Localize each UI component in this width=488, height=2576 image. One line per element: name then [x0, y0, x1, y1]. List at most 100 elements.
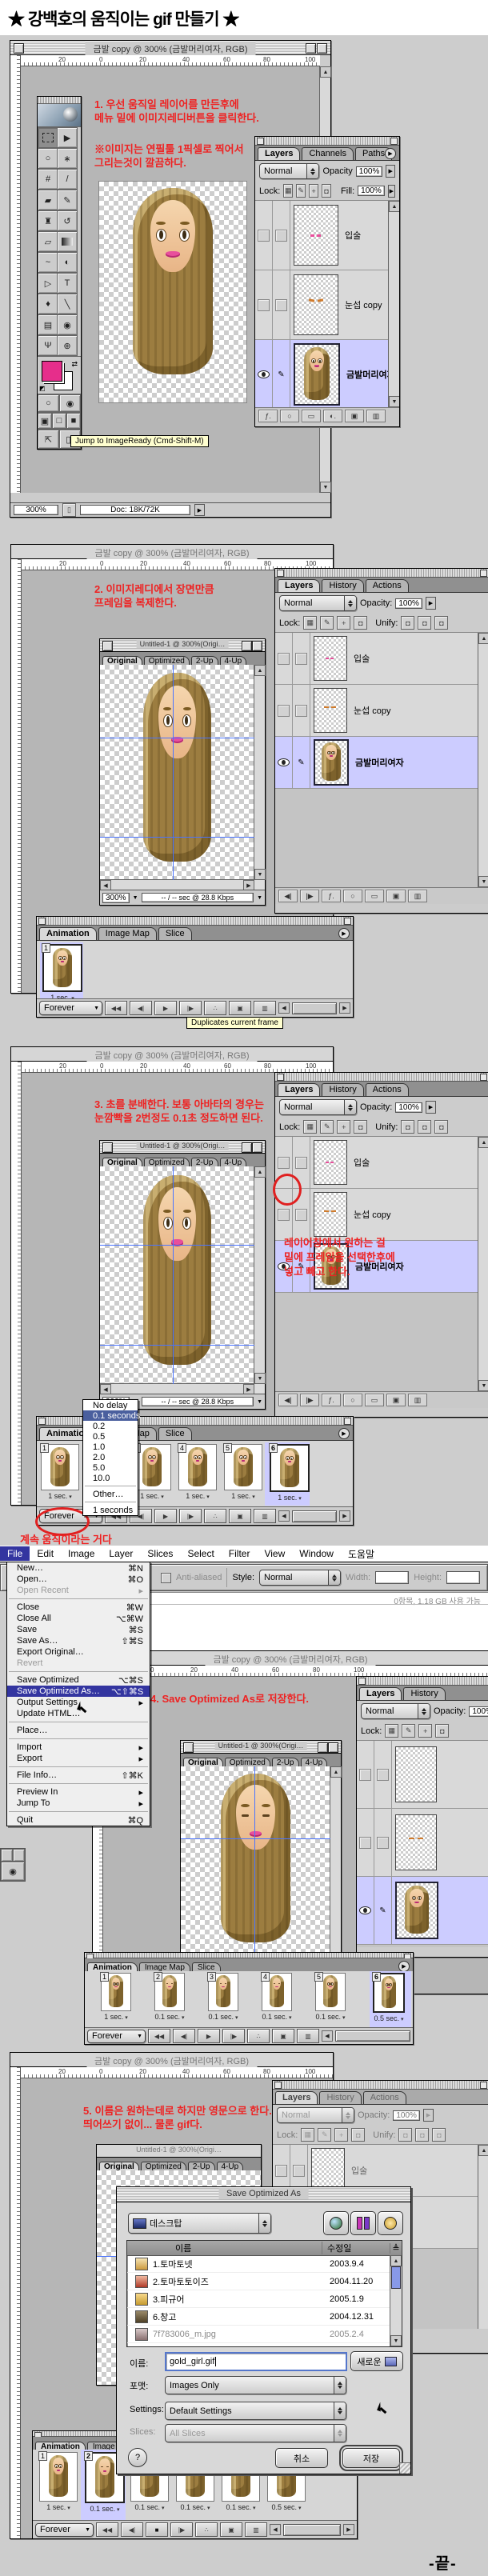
frame-delay-select[interactable]: 0.5 sec. — [267, 2503, 306, 2511]
notes-tool-icon[interactable]: ▤ — [38, 314, 58, 335]
canvas[interactable] — [100, 665, 254, 880]
layer-row-lips[interactable] — [357, 1741, 488, 1809]
frame-delay-select[interactable]: 0.1 sec. — [154, 2013, 185, 2021]
layer-mask-button[interactable]: ○ — [343, 1394, 362, 1406]
link-toggle[interactable] — [273, 270, 290, 339]
anim-frame-3[interactable]: 3 0.1 sec. — [208, 1973, 238, 2021]
unify-position-icon[interactable]: ◘ — [401, 616, 414, 630]
layer-style-button[interactable]: ƒ. — [322, 890, 341, 902]
layer-row-brows[interactable] — [357, 1809, 488, 1877]
menu-slices[interactable]: Slices — [140, 1546, 180, 1561]
lock-move-icon[interactable]: + — [309, 184, 318, 198]
jump-to-photoshop-icon[interactable]: ⇱ — [38, 430, 59, 449]
lock-all-icon[interactable]: ◘ — [354, 1120, 367, 1134]
tab-slice[interactable]: Slice — [158, 1427, 192, 1440]
healing-tool-icon[interactable]: ▰ — [38, 190, 58, 210]
save-button[interactable]: 저장 — [342, 2448, 400, 2468]
frame-delay-select[interactable]: 0.1 sec. — [222, 2503, 260, 2511]
anim-frame-1[interactable]: 1 1 sec. — [41, 1444, 79, 1500]
next-frame-button[interactable]: |▶ — [222, 2029, 245, 2043]
next-frame-button[interactable]: |▶ — [300, 890, 319, 902]
move-tool-icon[interactable]: ▶ — [57, 127, 78, 148]
style-select[interactable]: Normal — [259, 1570, 341, 1586]
eraser-tool-icon[interactable]: ▱ — [38, 231, 58, 252]
lock-paint-icon[interactable]: ✎ — [402, 1724, 415, 1738]
rewind-button[interactable]: ◀◀ — [96, 2522, 118, 2537]
visibility-toggle[interactable] — [255, 340, 273, 407]
layer-name[interactable]: 입술 — [350, 1156, 370, 1169]
file-row-dimmed[interactable]: 7f783006_m.jpg 2005.2.4 — [127, 2326, 390, 2343]
prev-frame-button[interactable]: ◀| — [278, 1394, 298, 1406]
delay-current-value[interactable]: 1 seconds — [83, 1505, 138, 1515]
frame-delay-select[interactable]: 1 sec. — [41, 1492, 79, 1500]
path-select-tool-icon[interactable]: ▷ — [38, 273, 58, 294]
menu-item-save-optimized[interactable]: Save Optimized⌥⌘S — [7, 1674, 150, 1686]
menu-item-preview-in[interactable]: Preview In▸ — [7, 1786, 150, 1798]
recent-button[interactable] — [378, 2211, 403, 2235]
menu-item-close-all[interactable]: Close All⌥⌘W — [7, 1613, 150, 1624]
menu-filter[interactable]: Filter — [222, 1546, 258, 1561]
gradient-tool-icon[interactable] — [57, 231, 78, 252]
tab-actions[interactable]: Actions — [366, 1083, 409, 1096]
opacity-value[interactable]: 100% — [356, 166, 383, 177]
tab-layers[interactable]: Layers — [258, 147, 300, 160]
menu-item-save[interactable]: Save⌘S — [7, 1624, 150, 1635]
menu-item-revert[interactable]: Revert — [7, 1658, 150, 1669]
scroll-up-icon[interactable]: ▲ — [389, 201, 399, 212]
blend-mode-select[interactable]: Normal — [279, 595, 357, 611]
scroll-up-icon[interactable]: ▲ — [320, 66, 331, 78]
lock-all-icon[interactable]: ◘ — [322, 184, 331, 198]
frame-delay-select[interactable]: 1 sec. — [270, 1494, 310, 1502]
delete-layer-button[interactable]: ▥ — [408, 1394, 427, 1406]
prev-frame-button[interactable]: ◀| — [130, 1001, 152, 1015]
frame-delay-select[interactable]: 0.1 sec. — [85, 2505, 125, 2513]
menu-item-open-recent[interactable]: Open Recent▸ — [7, 1585, 150, 1596]
collapse-box-icon[interactable] — [317, 43, 327, 54]
lock-transparency-icon[interactable]: ▦ — [303, 616, 317, 630]
marquee-tool-icon[interactable] — [38, 127, 58, 148]
menu-item-export[interactable]: Export▸ — [7, 1753, 150, 1764]
screen-mode-3-icon[interactable]: ■ — [66, 413, 81, 429]
scroll-left-icon[interactable]: ◀ — [278, 1002, 290, 1014]
delay-option-selected[interactable]: 0.1 seconds — [83, 1410, 138, 1421]
anim-frame-3[interactable]: 3 1 sec. — [133, 1444, 171, 1500]
tab-layers[interactable]: Layers — [278, 1083, 320, 1096]
loop-select[interactable]: Forever▼ — [39, 1001, 102, 1015]
blend-mode-select[interactable]: Normal — [279, 1099, 357, 1115]
doc-size-info[interactable]: Doc: 18K/72K — [80, 505, 190, 515]
anim-frame-2[interactable]: 2 0.1 sec. — [154, 1973, 185, 2021]
lock-move-icon[interactable]: + — [337, 616, 350, 630]
layer-name[interactable]: 눈섭 copy — [350, 704, 391, 717]
anim-frame-4[interactable]: 4 0.1 sec. — [262, 1973, 292, 2021]
tween-button[interactable]: ∴ — [204, 1001, 226, 1015]
layer-row-hair-selected[interactable]: ✎ 금발머리여자 — [255, 340, 399, 407]
next-frame-button[interactable]: |▶ — [179, 1509, 202, 1523]
delete-frame-button[interactable]: ▥ — [297, 2029, 319, 2043]
menu-item-close[interactable]: Close⌘W — [7, 1602, 150, 1613]
anti-aliased-checkbox[interactable] — [161, 1573, 171, 1583]
menu-item-open[interactable]: Open…⌘O — [7, 1574, 150, 1585]
default-colors-icon[interactable]: ◩ — [39, 385, 46, 392]
pen-tool-icon[interactable]: ♦ — [38, 294, 58, 314]
visibility-toggle[interactable] — [255, 201, 273, 270]
lock-transparency-icon[interactable]: ▦ — [385, 1724, 398, 1738]
tab-slice[interactable]: Slice — [158, 927, 192, 940]
prev-frame-button[interactable]: ◀| — [173, 2029, 195, 2043]
layer-mask-button[interactable]: ○ — [343, 890, 362, 902]
hand-tool-icon[interactable]: Ψ — [38, 335, 58, 356]
delay-option[interactable]: 0.5 — [83, 1431, 138, 1442]
canvas[interactable] — [181, 1766, 330, 1957]
tween-button[interactable]: ∴ — [247, 2029, 270, 2043]
anim-frame-1[interactable]: 1 1 sec. — [101, 1973, 131, 2021]
tab-layers[interactable]: Layers — [275, 2091, 318, 2104]
zoom-box-icon[interactable] — [306, 43, 316, 54]
canvas-image[interactable] — [98, 181, 247, 403]
height-field[interactable] — [446, 1571, 480, 1584]
lasso-tool-icon[interactable]: ○ — [38, 148, 58, 169]
layer-row-lips[interactable]: 입술 — [275, 633, 488, 685]
eye-icon[interactable] — [258, 370, 270, 378]
delay-option-other[interactable]: Other… — [83, 1489, 138, 1499]
delete-frame-button[interactable]: ▥ — [254, 1001, 276, 1015]
blend-mode-select[interactable]: Normal — [361, 1703, 430, 1719]
lock-all-icon[interactable]: ◘ — [354, 616, 367, 630]
